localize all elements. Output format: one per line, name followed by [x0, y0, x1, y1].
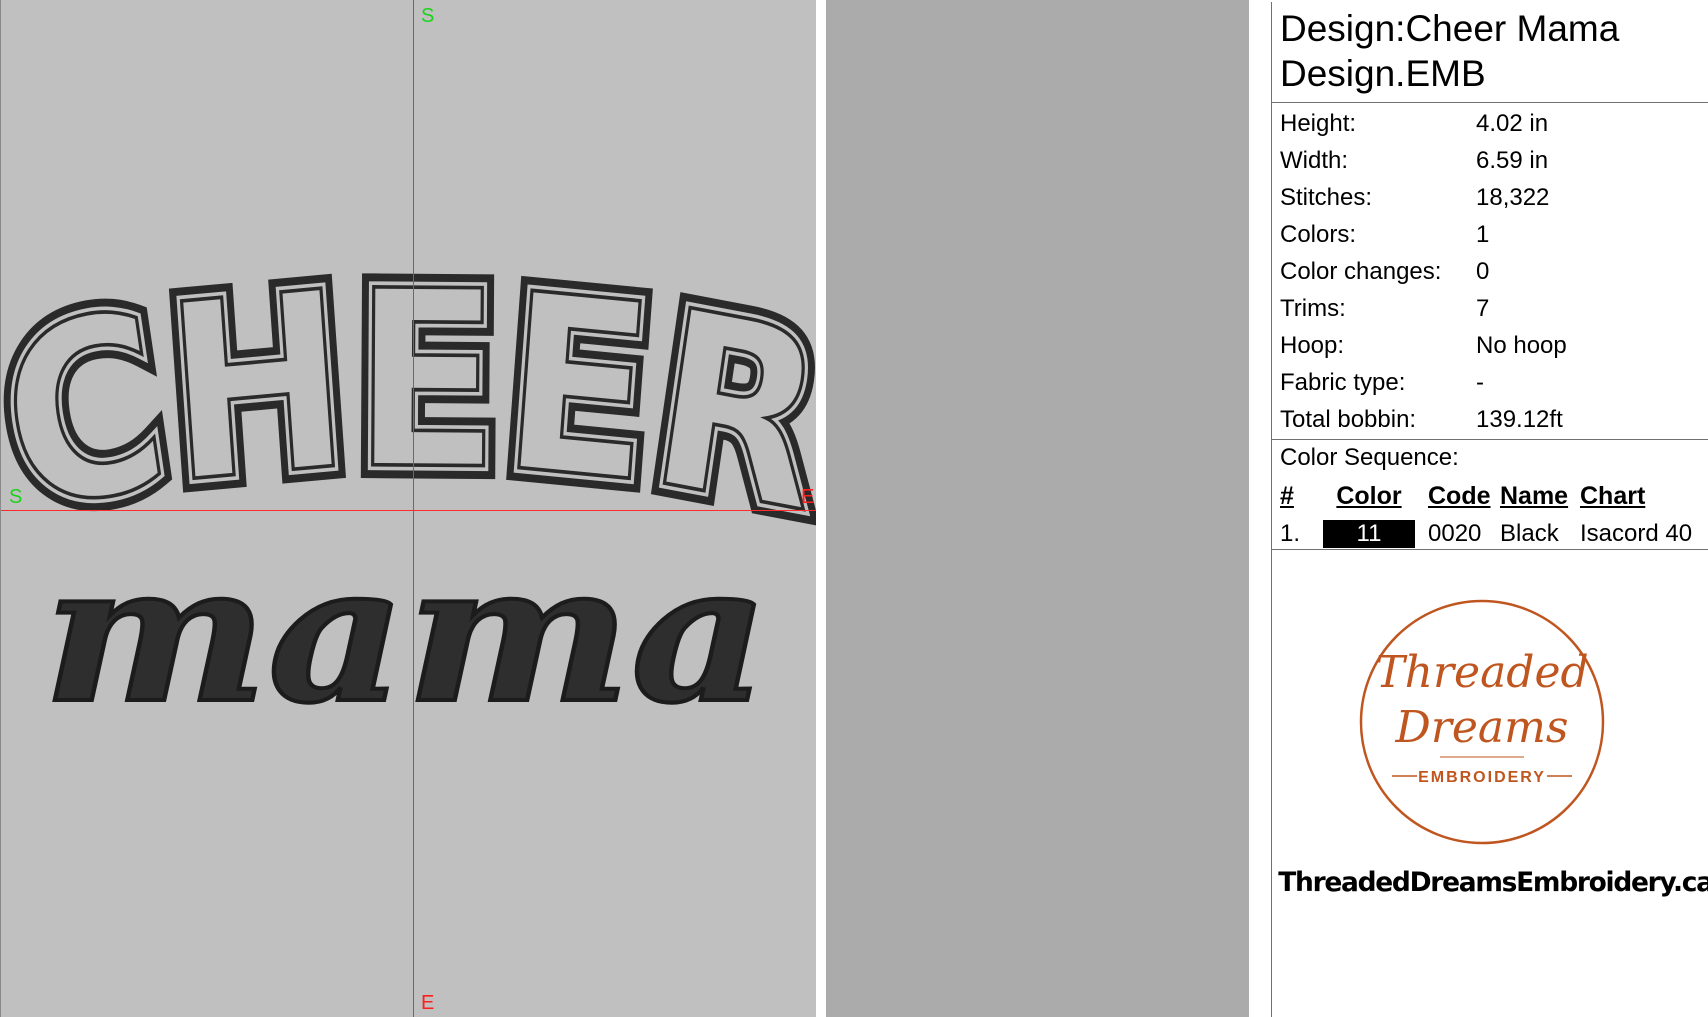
seq-header-color: Color	[1336, 481, 1402, 510]
color-swatch: 11	[1323, 520, 1415, 548]
threaded-dreams-logo: Threaded Dreams EMBROIDERY	[1359, 599, 1605, 845]
seq-code: 0020	[1428, 520, 1482, 547]
property-row: Colors: 1	[1276, 216, 1567, 253]
seq-chart: Isacord 40	[1580, 520, 1693, 547]
property-row: Width: 6.59 in	[1276, 142, 1567, 179]
seq-header-chart: Chart	[1580, 481, 1646, 510]
property-row: Hoop: No hoop	[1276, 327, 1567, 364]
vertical-guide-line	[413, 0, 414, 1017]
property-row: Height: 4.02 in	[1276, 105, 1567, 142]
axis-left-label: S	[9, 486, 23, 508]
property-row: Total bobbin: 139.12ft	[1276, 401, 1567, 438]
seq-header-code: Code	[1428, 481, 1491, 510]
property-label: Height:	[1280, 109, 1357, 137]
property-value: 7	[1476, 294, 1490, 322]
horizontal-guide-line	[1, 510, 816, 511]
design-info-panel: Design:Cheer Mama Design.EMB Height: 4.02…	[1249, 0, 1708, 1017]
property-label: Stitches:	[1280, 183, 1373, 211]
property-value: No hoop	[1476, 331, 1567, 359]
seq-name: Black	[1500, 520, 1559, 547]
property-row: Trims: 7	[1276, 290, 1567, 327]
design-mama-text: mama	[43, 522, 769, 745]
design-title-block: Design:Cheer Mama Design.EMB	[1272, 2, 1708, 96]
divider	[1272, 549, 1708, 550]
color-sequence-table: # Color Code Name Chart 1. 11 0020 Black…	[1276, 477, 1696, 553]
color-sequence-title: Color Sequence:	[1280, 444, 1459, 471]
property-label: Total bobbin:	[1280, 405, 1417, 433]
property-label: Fabric type:	[1280, 368, 1406, 396]
axis-right-label: E	[801, 486, 815, 508]
seq-num: 1.	[1280, 520, 1301, 547]
property-value: 139.12ft	[1476, 405, 1563, 433]
property-label: Colors:	[1280, 220, 1357, 248]
logo-line3: EMBROIDERY	[1418, 769, 1546, 786]
seq-header-num: #	[1280, 481, 1294, 510]
property-row: Color changes: 0	[1276, 253, 1567, 290]
color-sequence-row: 1. 11 0020 Black Isacord 40	[1276, 515, 1696, 553]
axis-bottom-label: E	[421, 992, 435, 1014]
logo-line2: Dreams	[1395, 702, 1569, 753]
design-canvas[interactable]: CHEER CHEER CHEER mama S E S E	[0, 0, 826, 1017]
workspace-gutter	[836, 0, 1249, 1017]
property-row: Fabric type: -	[1276, 364, 1567, 401]
property-value: 18,322	[1476, 183, 1550, 211]
logo-line1: Threaded	[1375, 647, 1588, 698]
property-value: -	[1476, 368, 1484, 396]
property-label: Width:	[1280, 146, 1349, 174]
axis-top-label: S	[421, 5, 435, 27]
property-value: 6.59 in	[1476, 146, 1549, 174]
divider	[1272, 102, 1708, 103]
property-value: 0	[1476, 257, 1490, 285]
property-value: 1	[1476, 220, 1490, 248]
property-label: Color changes:	[1280, 257, 1442, 285]
property-label: Hoop:	[1280, 331, 1345, 359]
website-url[interactable]: ThreadedDreamsEmbroidery.ca	[1276, 867, 1708, 898]
property-label: Trims:	[1280, 294, 1346, 322]
design-name: Design:Cheer Mama	[1280, 8, 1620, 49]
property-row: Stitches: 18,322	[1276, 179, 1567, 216]
properties-table: Height: 4.02 in Width: 6.59 in Stitches: 18,3…	[1276, 105, 1567, 438]
seq-header-name: Name	[1500, 481, 1569, 510]
file-name: Design.EMB	[1280, 53, 1486, 94]
property-value: 4.02 in	[1476, 109, 1549, 137]
